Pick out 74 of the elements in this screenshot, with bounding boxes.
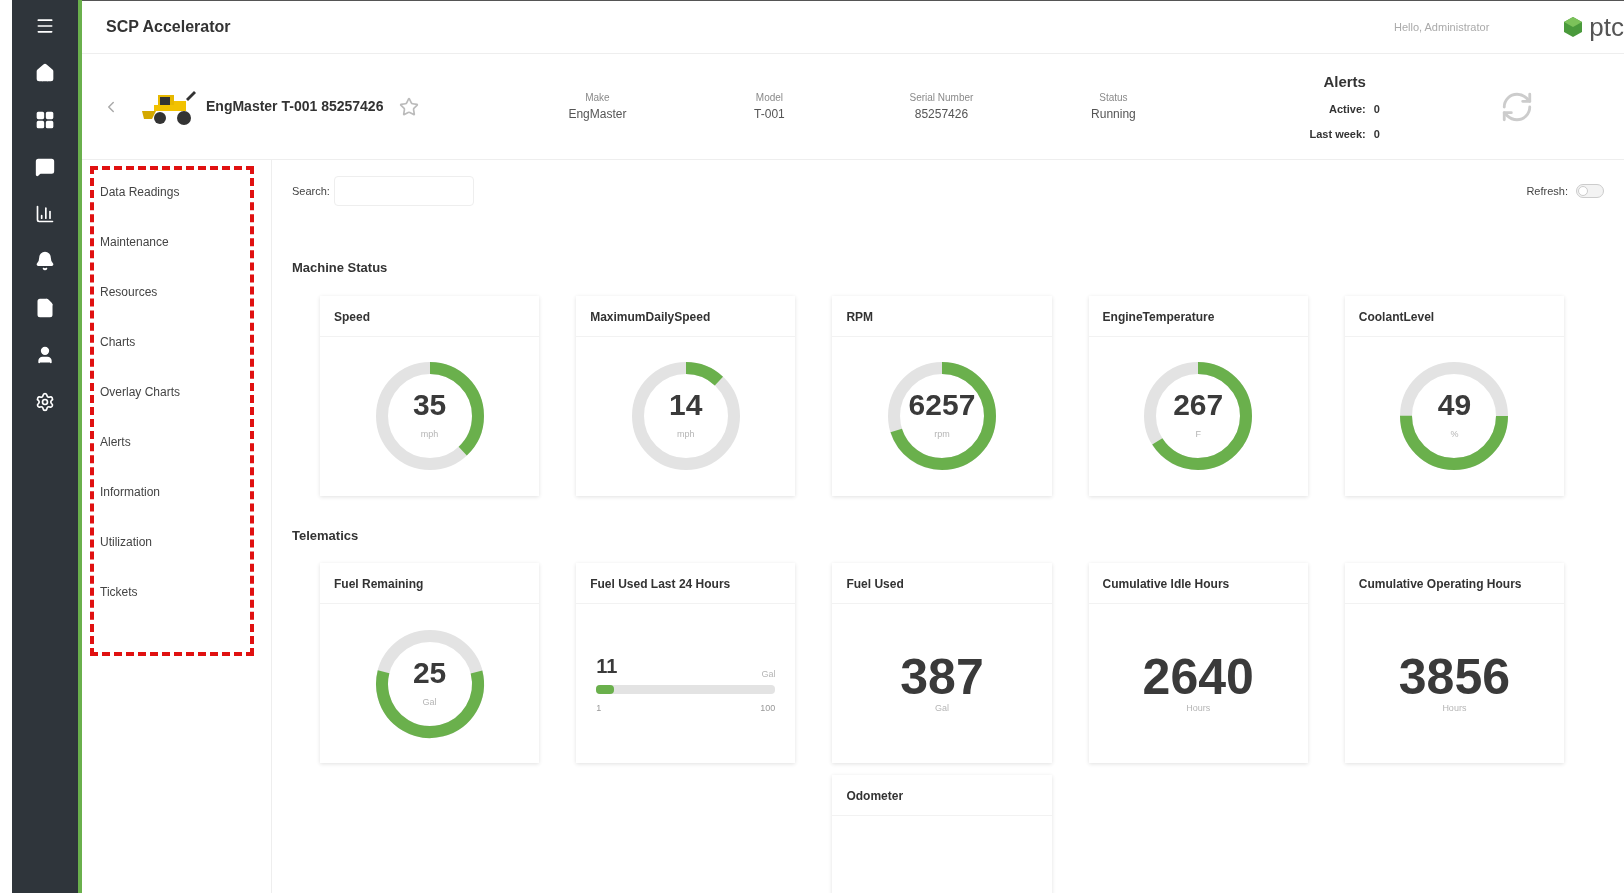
card-title: Cumulative Operating Hours	[1358, 577, 1522, 591]
field-label: Status	[1099, 91, 1128, 105]
section-title: Telematics	[292, 526, 360, 545]
field-label: Make	[585, 91, 610, 105]
logo-text: ptc	[1589, 14, 1624, 40]
metric-value: 387	[900, 651, 984, 702]
alert-count: 0	[1373, 102, 1380, 118]
card-title: Fuel Remaining	[334, 577, 424, 591]
refresh-toggle[interactable]	[1576, 184, 1604, 198]
gauge-value: 6257	[908, 390, 976, 421]
field-value: Running	[1091, 106, 1136, 123]
alerts-title: Alerts	[1323, 71, 1366, 92]
refresh-label: Refresh:	[1526, 183, 1568, 199]
alert-count: 0	[1373, 126, 1380, 142]
card-title: MaximumDailySpeed	[590, 309, 711, 324]
range-max: 100	[760, 702, 776, 716]
metric-unit: Gal	[935, 701, 949, 715]
card-title: Fuel Used Last 24 Hours	[590, 577, 731, 591]
card-title: Fuel Used	[846, 577, 904, 591]
menu-item[interactable]: Information	[100, 484, 250, 501]
card-title: EngineTemperature	[1102, 309, 1215, 324]
range-min: 1	[596, 702, 602, 716]
metric-unit: Hours	[1442, 701, 1467, 715]
menu-item[interactable]: Data Readings	[100, 184, 250, 201]
home-icon[interactable]	[35, 63, 55, 83]
bar-value: 11	[596, 654, 618, 680]
chat-icon[interactable]	[35, 157, 55, 177]
dashboard-icon[interactable]	[35, 110, 55, 130]
gauge-value: 35	[412, 390, 447, 421]
bar-chart-icon[interactable]	[35, 204, 55, 224]
document-icon[interactable]	[35, 298, 55, 318]
card-title: Speed	[334, 309, 370, 324]
card-title: Cumulative Idle Hours	[1102, 577, 1230, 591]
greeting: Hello, Administrator	[1393, 19, 1490, 35]
asset-name: EngMaster T-001 85257426	[206, 97, 384, 116]
gauge-unit: %	[1450, 428, 1459, 442]
menu-item[interactable]: Utilization	[100, 534, 250, 551]
field-value: EngMaster	[568, 106, 627, 123]
search-label: Search:	[292, 183, 330, 199]
alert-label: Last week:	[1309, 126, 1366, 142]
field-value: 85257426	[914, 106, 969, 123]
gauge-unit: F	[1195, 428, 1201, 442]
menu-item[interactable]: Maintenance	[100, 234, 250, 251]
gauge-unit: mph	[420, 428, 439, 442]
gauge-unit: Gal	[422, 695, 437, 709]
gauge-value: 267	[1173, 390, 1224, 421]
metric-unit: Hours	[1186, 701, 1211, 715]
menu-item[interactable]: Tickets	[100, 584, 250, 601]
user-icon[interactable]	[35, 345, 55, 365]
field-label: Serial Number	[909, 91, 974, 105]
menu-icon[interactable]	[35, 16, 55, 36]
menu-item[interactable]: Overlay Charts	[100, 384, 250, 401]
gauge-value: 25	[412, 657, 447, 688]
section-title: Machine Status	[292, 259, 389, 277]
menu-item[interactable]: Alerts	[100, 434, 250, 451]
settings-icon[interactable]	[35, 392, 55, 412]
card-title: RPM	[846, 309, 874, 324]
gauge-value: 49	[1437, 390, 1472, 421]
field-label: Model	[755, 91, 784, 105]
card-title: CoolantLevel	[1358, 309, 1435, 324]
card-title: Odometer	[846, 789, 904, 803]
app-title: SCP Accelerator	[106, 17, 231, 37]
gauge-value: 14	[669, 390, 703, 421]
gauge-unit: mph	[677, 428, 695, 442]
metric-value: 2640	[1142, 651, 1254, 702]
menu-item[interactable]: Resources	[100, 284, 250, 301]
gauge-unit: rpm	[934, 428, 950, 442]
metric-value: 3856	[1398, 651, 1510, 702]
field-value: T-001	[754, 106, 785, 123]
menu-item[interactable]: Charts	[100, 334, 250, 351]
favorite-star-icon[interactable]	[399, 96, 420, 117]
alert-label: Active:	[1329, 102, 1366, 118]
bar-unit: Gal	[761, 667, 776, 681]
bell-icon[interactable]	[35, 251, 55, 271]
